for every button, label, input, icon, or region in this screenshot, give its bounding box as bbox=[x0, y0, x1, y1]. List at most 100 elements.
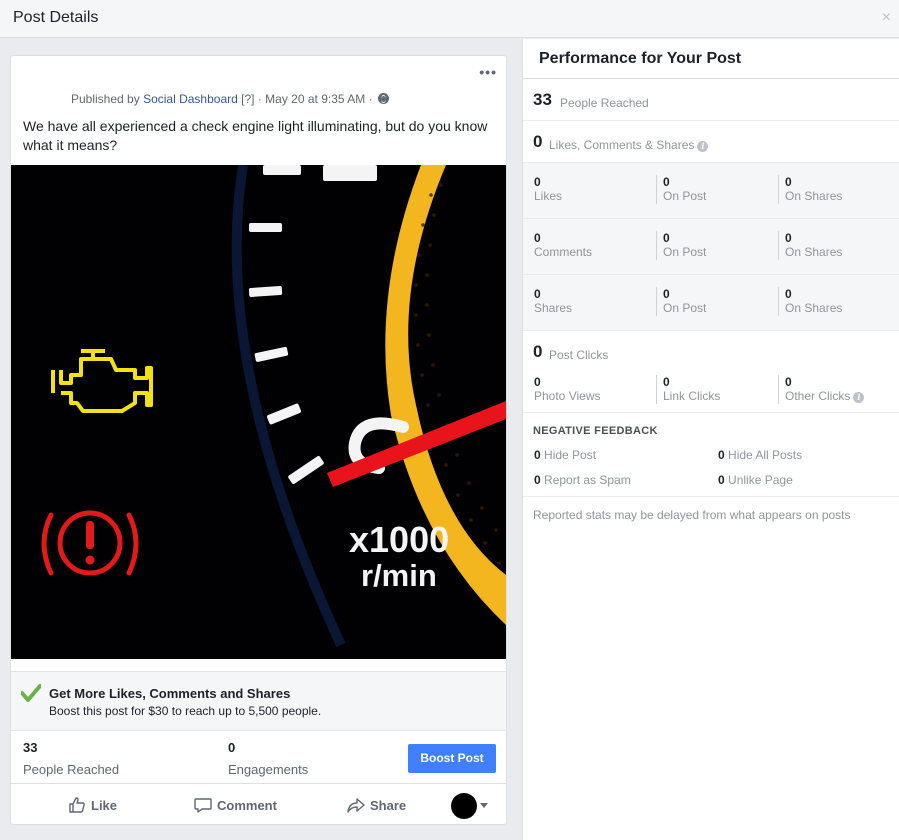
byline-separator: · bbox=[368, 92, 373, 106]
engagement-total-value: 0 bbox=[533, 132, 543, 151]
promo-subtitle: Boost this post for $30 to reach up to 5… bbox=[49, 704, 322, 718]
metric-value: 0 bbox=[785, 375, 792, 389]
engagement-total-text: Likes, Comments & Shares bbox=[549, 138, 695, 152]
rpm-multiplier-label: x1000 bbox=[349, 519, 449, 560]
metric-label-text: Other Clicks bbox=[785, 389, 851, 403]
metric-label: Shares bbox=[534, 301, 573, 315]
neg-label: Report as Spam bbox=[544, 473, 631, 487]
boost-post-button[interactable]: Boost Post bbox=[408, 744, 496, 773]
metric-label: On Post bbox=[663, 301, 707, 315]
dialog-title: Post Details bbox=[13, 9, 99, 26]
report-spam-stat: 0 Report as Spam bbox=[534, 473, 631, 487]
page-name-link[interactable]: Social Dashboard bbox=[143, 92, 238, 106]
comment-label: Comment bbox=[217, 798, 277, 813]
post-clicks-value: 0 bbox=[533, 342, 543, 361]
globe-icon[interactable] bbox=[377, 93, 389, 104]
post-as-selector[interactable] bbox=[451, 793, 491, 819]
comment-button[interactable]: Comment bbox=[194, 796, 277, 814]
people-reached-label: People Reached bbox=[560, 96, 649, 110]
post-clicks-label: Post Clicks bbox=[549, 348, 609, 362]
metric-value: 0 bbox=[785, 287, 792, 301]
post-preview-pane: ••• Published by Social Dashboard [?] · … bbox=[0, 39, 522, 840]
metric-cell: 0 On Shares bbox=[778, 231, 842, 260]
comments-row: 0 Comments 0 On Post 0 On Shares bbox=[523, 219, 899, 275]
post-card: ••• Published by Social Dashboard [?] · … bbox=[10, 55, 507, 825]
byline-separator: · bbox=[257, 92, 262, 106]
shares-row: 0 Shares 0 On Post 0 On Shares bbox=[523, 275, 899, 331]
like-button[interactable]: Like bbox=[68, 796, 117, 814]
post-action-bar: Like Comment Share bbox=[11, 783, 506, 825]
avatar bbox=[451, 793, 477, 819]
help-marker[interactable]: [?] bbox=[241, 92, 254, 106]
metric-label: On Shares bbox=[785, 245, 843, 259]
info-icon[interactable]: i bbox=[697, 141, 709, 152]
metric-cell: 0 On Post bbox=[656, 231, 706, 260]
post-date[interactable]: May 20 at 9:35 AM bbox=[265, 92, 365, 106]
performance-pane: Performance for Your Post 33 People Reac… bbox=[522, 39, 899, 840]
rpm-unit-label: r/min bbox=[361, 558, 437, 593]
metric-value: 0 bbox=[663, 287, 670, 301]
info-icon[interactable]: i bbox=[853, 392, 865, 403]
metric-label: On Post bbox=[663, 189, 707, 203]
people-reached-stat: 33 People Reached bbox=[23, 740, 119, 777]
share-icon bbox=[347, 798, 365, 813]
post-clicks-section: 0 Post Clicks 0 Photo Views 0 Link Clicks … bbox=[523, 331, 899, 413]
checkmark-icon bbox=[21, 684, 41, 702]
post-byline: Published by Social Dashboard [?] · May … bbox=[71, 92, 389, 106]
chevron-down-icon bbox=[480, 803, 488, 808]
people-reached-value: 33 bbox=[23, 740, 38, 755]
unlike-page-stat: 0 Unlike Page bbox=[718, 473, 793, 487]
metric-label: Photo Views bbox=[534, 389, 601, 403]
metric-label: Comments bbox=[534, 245, 593, 259]
people-reached-label: People Reached bbox=[23, 762, 120, 777]
metric-value: 0 bbox=[534, 375, 541, 389]
metric-cell: 0 Other Clicks i bbox=[778, 375, 865, 404]
neg-label: Unlike Page bbox=[728, 473, 793, 487]
engagement-breakdown: 0 Likes 0 On Post 0 On Shares 0 Comments 0 On… bbox=[523, 163, 899, 331]
promo-title: Get More Likes, Comments and Shares bbox=[49, 686, 291, 701]
boost-promo: Get More Likes, Comments and Shares Boos… bbox=[11, 671, 506, 731]
metric-value: 0 bbox=[534, 175, 541, 189]
metric-cell: 0 On Post bbox=[656, 175, 706, 204]
performance-header: Performance for Your Post bbox=[523, 39, 899, 79]
negative-feedback-title: NEGATIVE FEEDBACK bbox=[533, 425, 658, 437]
post-text: We have all experienced a check engine l… bbox=[23, 118, 488, 153]
metric-label: On Shares bbox=[785, 189, 843, 203]
engagements-label: Engagements bbox=[228, 762, 309, 777]
metric-label: On Shares bbox=[785, 301, 843, 315]
metric-value: 0 bbox=[663, 175, 670, 189]
neg-label: Hide All Posts bbox=[728, 448, 803, 462]
metric-cell: 0 Comments bbox=[534, 231, 592, 260]
metric-cell: 0 Link Clicks bbox=[656, 375, 720, 404]
post-image[interactable]: x1000 r/min bbox=[11, 165, 506, 659]
people-reached-row: 33 People Reached bbox=[523, 79, 899, 121]
dashboard-photo: x1000 r/min bbox=[11, 165, 506, 659]
likes-row: 0 Likes 0 On Post 0 On Shares bbox=[523, 163, 899, 219]
metric-cell: 0 On Shares bbox=[778, 287, 842, 316]
comment-icon bbox=[194, 798, 212, 813]
engagement-total-row: 0 Likes, Comments & Shares i bbox=[523, 121, 899, 163]
share-button[interactable]: Share bbox=[347, 796, 406, 814]
share-label: Share bbox=[370, 798, 407, 813]
neg-value: 0 bbox=[718, 448, 725, 462]
dialog-titlebar: Post Details × bbox=[0, 0, 899, 38]
metric-label: On Post bbox=[663, 245, 707, 259]
neg-label: Hide Post bbox=[544, 448, 597, 462]
engagements-value: 0 bbox=[228, 740, 236, 755]
metric-label: Link Clicks bbox=[663, 389, 721, 403]
neg-value: 0 bbox=[718, 473, 725, 487]
close-icon[interactable]: × bbox=[882, 9, 891, 27]
performance-title: Performance for Your Post bbox=[539, 50, 742, 67]
metric-value: 0 bbox=[663, 375, 670, 389]
metric-value: 0 bbox=[534, 231, 541, 245]
metric-value: 0 bbox=[785, 231, 792, 245]
post-options-icon[interactable]: ••• bbox=[479, 64, 497, 80]
negative-feedback-section: NEGATIVE FEEDBACK 0 Hide Post 0 Hide All… bbox=[523, 413, 899, 497]
thumbs-up-icon bbox=[69, 797, 85, 813]
like-label: Like bbox=[91, 798, 118, 813]
metric-value: 0 bbox=[785, 175, 792, 189]
neg-value: 0 bbox=[534, 448, 541, 462]
engagement-total-label: Likes, Comments & Shares i bbox=[549, 138, 709, 152]
metric-cell: 0 Photo Views bbox=[534, 375, 601, 404]
people-reached-value: 33 bbox=[533, 90, 552, 109]
